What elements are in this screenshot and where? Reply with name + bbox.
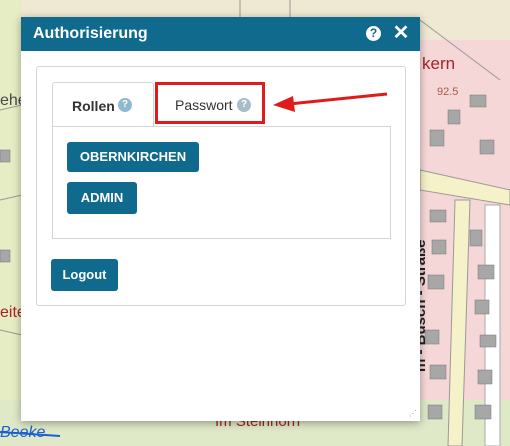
dialog-title: Authorisierung — [33, 25, 148, 42]
tab-rollen[interactable]: Rollen ? — [52, 82, 154, 126]
help-icon[interactable]: ? — [118, 98, 132, 112]
map-label-elevation: 92.5 — [437, 86, 459, 98]
tab-rollen-label: Rollen — [72, 98, 115, 114]
role-button-admin[interactable]: ADMIN — [67, 182, 137, 214]
annotation-arrow-icon — [273, 92, 388, 112]
resize-grip-icon[interactable]: ⋰ — [409, 410, 417, 418]
close-icon[interactable]: ✕ — [391, 22, 411, 44]
authorisierung-dialog: Authorisierung ? ✕ Rollen ? Passwort ? O… — [21, 17, 420, 421]
role-button-obernkirchen[interactable]: OBERNKIRCHEN — [67, 142, 199, 172]
question-circle-icon[interactable]: ? — [366, 26, 381, 41]
annotation-highlight-box — [155, 82, 265, 124]
map-label-kern: kern — [422, 54, 456, 73]
roles-tab-content: OBERNKIRCHEN ADMIN — [52, 126, 391, 239]
dialog-header[interactable]: Authorisierung ? ✕ — [21, 17, 420, 51]
logout-button[interactable]: Logout — [51, 259, 118, 291]
map-label-beeke: Beeke — [0, 424, 46, 441]
